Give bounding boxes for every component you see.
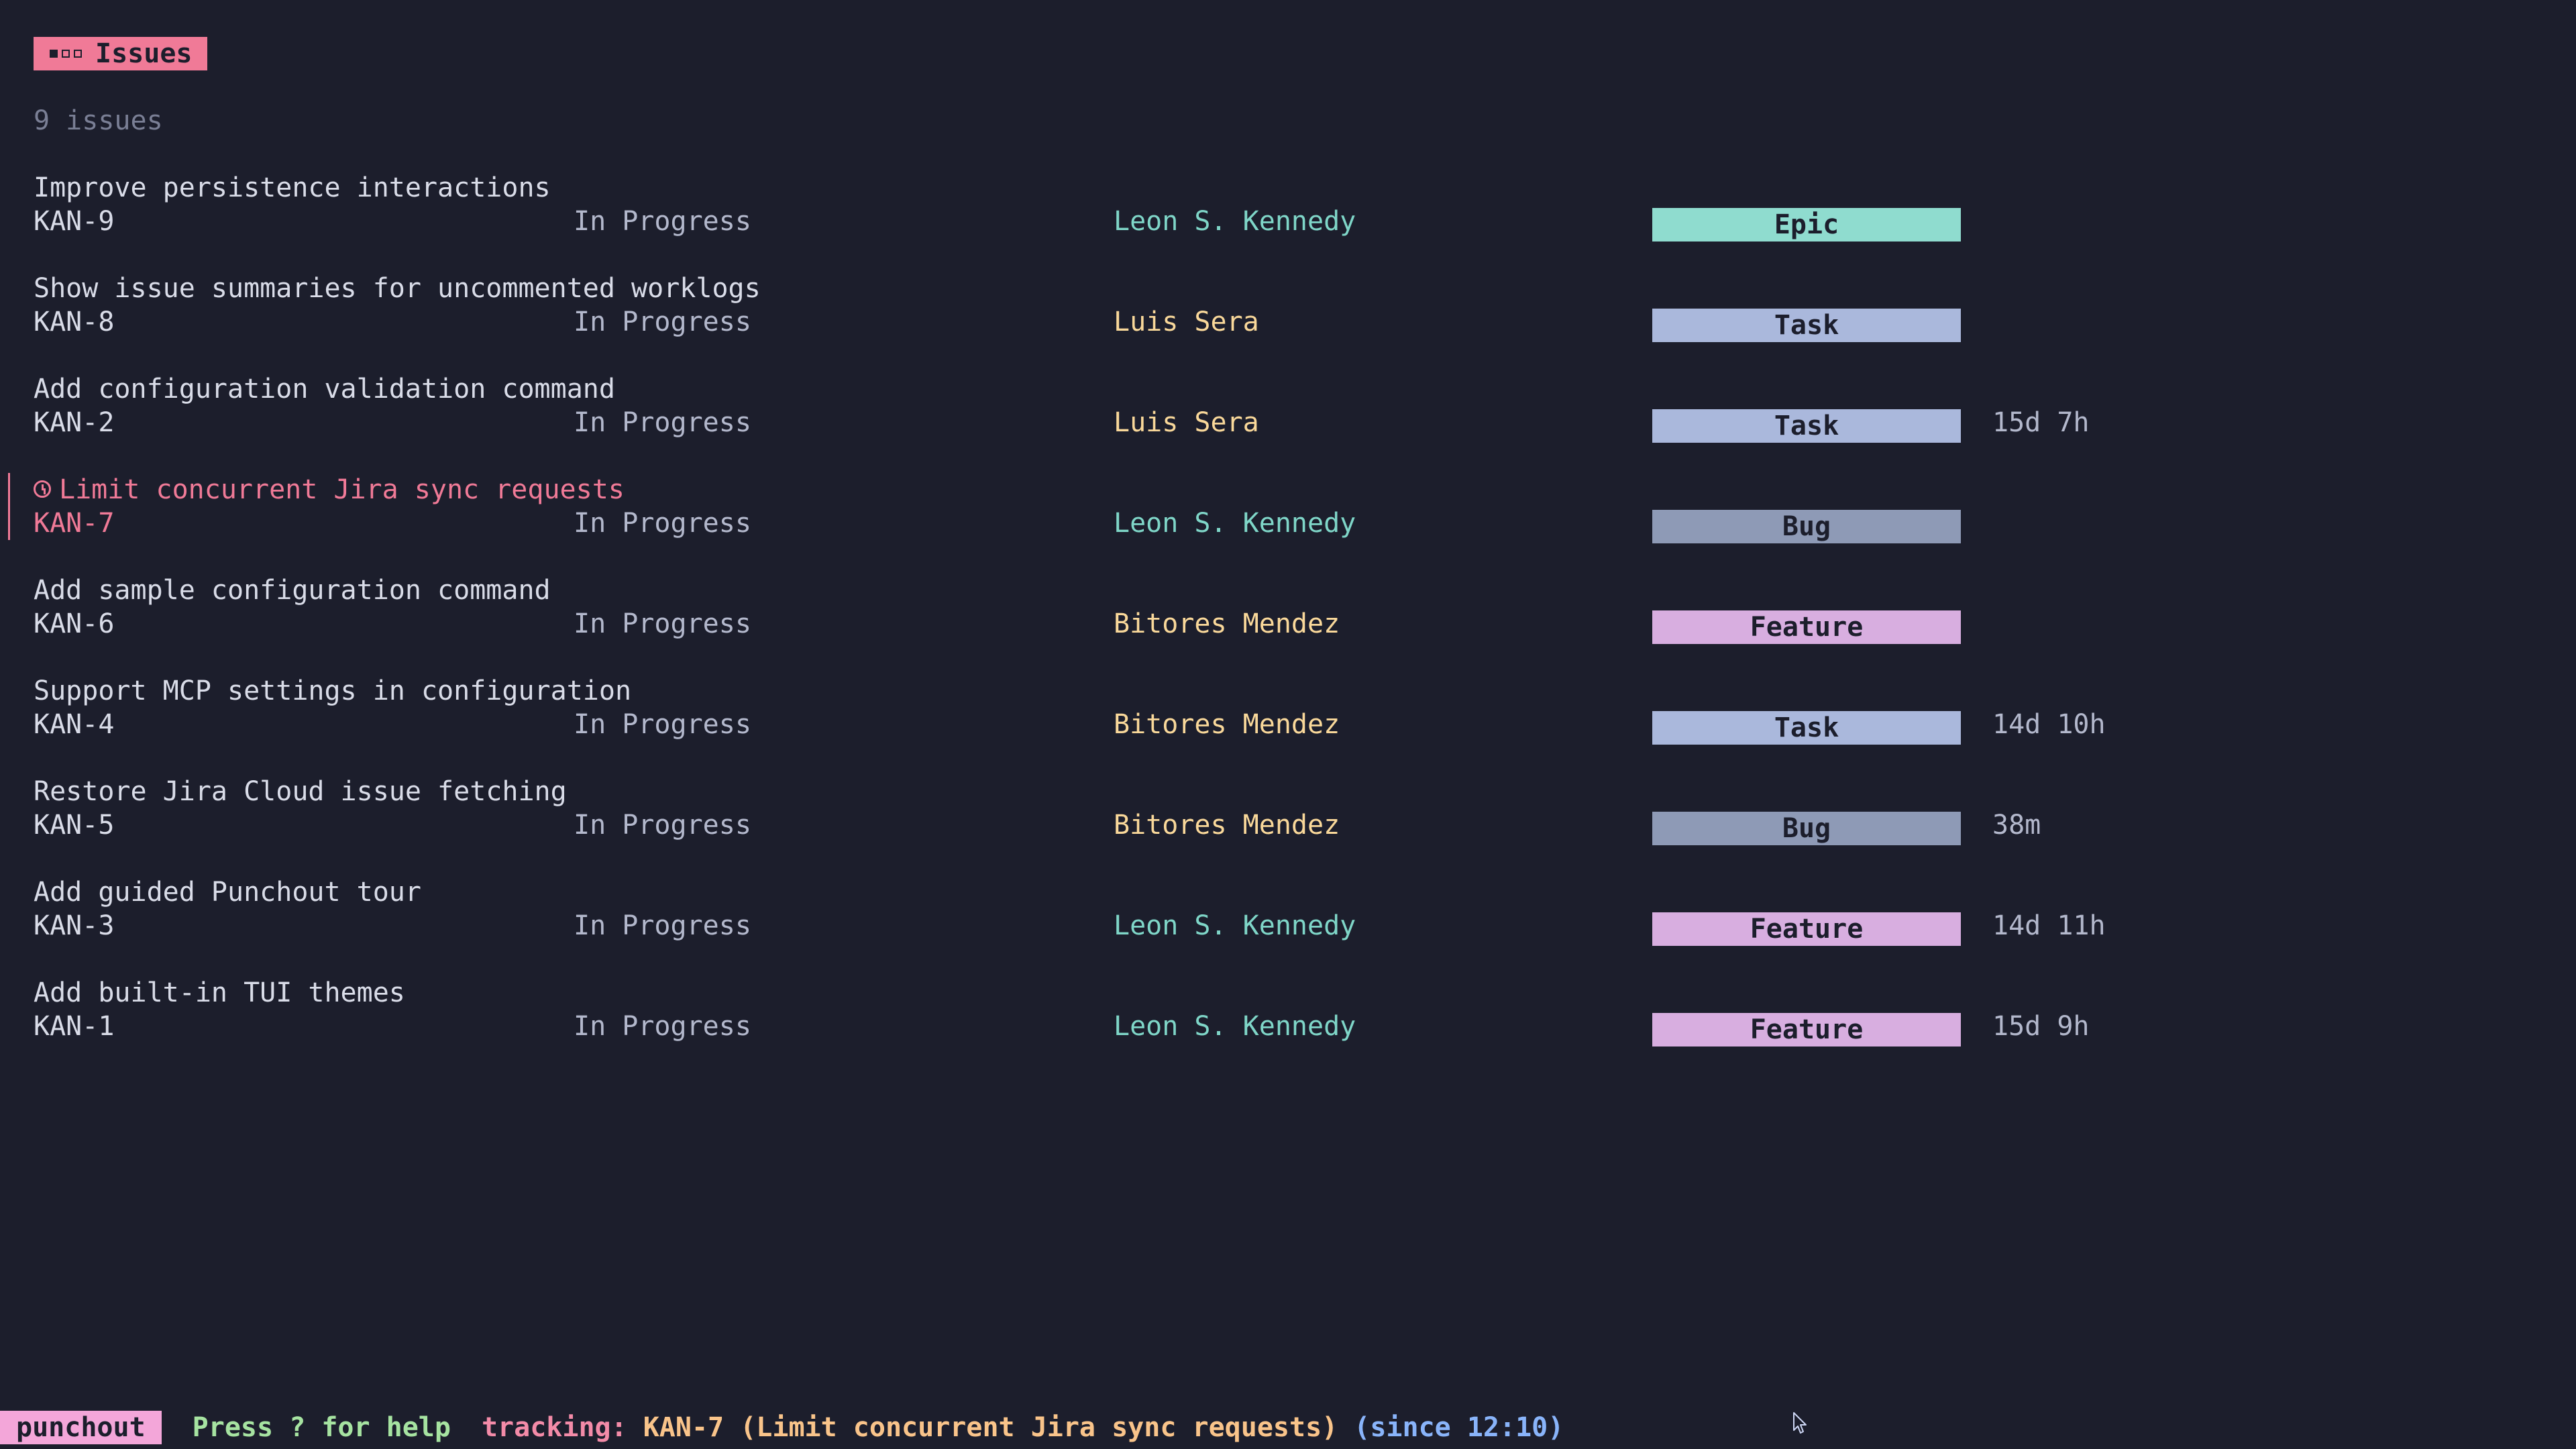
issue-worklog-total: 15d 7h bbox=[1992, 407, 2090, 438]
issue-assignee: Luis Sera bbox=[1114, 407, 1259, 438]
issue-row[interactable]: Limit concurrent Jira sync requests KAN-7… bbox=[0, 473, 2281, 543]
issue-worklog-total: 14d 11h bbox=[1992, 910, 2106, 941]
issue-status: In Progress bbox=[574, 407, 751, 438]
issue-type-badge: Bug bbox=[1652, 812, 1961, 845]
issue-assignee: Leon S. Kennedy bbox=[1114, 910, 1356, 941]
issue-key: KAN-2 bbox=[34, 407, 115, 438]
issue-type-badge: Task bbox=[1652, 711, 1961, 745]
issue-title: Show issue summaries for uncommented wor… bbox=[34, 272, 761, 305]
mouse-pointer-icon bbox=[1793, 1412, 1807, 1434]
issue-row[interactable]: Restore Jira Cloud issue fetching KAN-5 In… bbox=[0, 775, 2281, 845]
issue-row[interactable]: Add built-in TUI themes KAN-1 In Progress L… bbox=[0, 976, 2281, 1046]
issue-worklog-total: 14d 10h bbox=[1992, 709, 2106, 740]
issue-assignee: Leon S. Kennedy bbox=[1114, 206, 1356, 237]
tracking-since: (since 12:10) bbox=[1354, 1412, 1564, 1443]
issue-assignee: Leon S. Kennedy bbox=[1114, 1011, 1356, 1042]
issue-type-badge: Feature bbox=[1652, 1013, 1961, 1046]
issue-assignee: Bitores Mendez bbox=[1114, 608, 1340, 639]
issue-title: Add sample configuration command bbox=[34, 574, 551, 607]
issue-title-text: Restore Jira Cloud issue fetching bbox=[34, 776, 567, 807]
issue-title-text: Add guided Punchout tour bbox=[34, 877, 421, 908]
issue-title: Add built-in TUI themes bbox=[34, 976, 405, 1010]
issue-type-badge: Task bbox=[1652, 309, 1961, 342]
issue-status: In Progress bbox=[574, 206, 751, 237]
issue-key: KAN-3 bbox=[34, 910, 115, 941]
issue-title: Improve persistence interactions bbox=[34, 171, 551, 205]
issue-key: KAN-9 bbox=[34, 206, 115, 237]
issue-key: KAN-7 bbox=[34, 508, 115, 539]
issue-row[interactable]: Add configuration validation command KAN-… bbox=[0, 372, 2281, 443]
terminal-screen: Issues 9 issues Improve persistence inte… bbox=[0, 0, 2576, 1449]
issue-row[interactable]: Show issue summaries for uncommented wor… bbox=[0, 272, 2281, 342]
issue-type-badge: Bug bbox=[1652, 510, 1961, 543]
issue-title: Limit concurrent Jira sync requests bbox=[34, 473, 625, 506]
issue-type-badge: Epic bbox=[1652, 208, 1961, 241]
issue-title: Support MCP settings in configuration bbox=[34, 674, 631, 708]
issue-title-text: Show issue summaries for uncommented wor… bbox=[34, 273, 761, 304]
tracking-clock-icon bbox=[34, 480, 51, 498]
issue-type-badge: Feature bbox=[1652, 610, 1961, 644]
issue-type-badge: Feature bbox=[1652, 912, 1961, 946]
issue-type-badge: Task bbox=[1652, 409, 1961, 443]
issue-key: KAN-5 bbox=[34, 810, 115, 841]
issue-title-text: Limit concurrent Jira sync requests bbox=[59, 474, 625, 505]
help-hint: Press ? for help bbox=[192, 1412, 451, 1443]
issue-title-text: Add configuration validation command bbox=[34, 374, 615, 405]
tracking-label: tracking: bbox=[481, 1412, 627, 1443]
issue-key: KAN-4 bbox=[34, 709, 115, 740]
issues-tab[interactable]: Issues bbox=[34, 37, 207, 70]
issue-assignee: Luis Sera bbox=[1114, 307, 1259, 337]
issue-worklog-total: 15d 9h bbox=[1992, 1011, 2090, 1042]
issue-status: In Progress bbox=[574, 810, 751, 841]
issue-title-text: Add built-in TUI themes bbox=[34, 977, 405, 1008]
selection-indicator bbox=[8, 473, 10, 540]
issue-status: In Progress bbox=[574, 910, 751, 941]
view-tabs-icon bbox=[50, 50, 82, 58]
issue-status: In Progress bbox=[574, 508, 751, 539]
issue-row[interactable]: Improve persistence interactions KAN-9 In … bbox=[0, 171, 2281, 241]
app-name-badge: punchout bbox=[0, 1411, 162, 1444]
issue-status: In Progress bbox=[574, 307, 751, 337]
issue-row[interactable]: Support MCP settings in configuration KAN… bbox=[0, 674, 2281, 745]
issue-title-text: Support MCP settings in configuration bbox=[34, 676, 632, 706]
issue-worklog-total: 38m bbox=[1992, 810, 2041, 841]
issue-status: In Progress bbox=[574, 1011, 751, 1042]
issue-key: KAN-6 bbox=[34, 608, 115, 639]
issue-count: 9 issues bbox=[34, 105, 163, 136]
issue-title: Restore Jira Cloud issue fetching bbox=[34, 775, 567, 808]
issue-assignee: Bitores Mendez bbox=[1114, 709, 1340, 740]
issue-title: Add configuration validation command bbox=[34, 372, 615, 406]
tracking-issue: KAN-7 (Limit concurrent Jira sync reques… bbox=[643, 1412, 1338, 1443]
issue-title-text: Add sample configuration command bbox=[34, 575, 551, 606]
issues-tab-label: Issues bbox=[95, 38, 193, 69]
issue-key: KAN-8 bbox=[34, 307, 115, 337]
issue-title-text: Improve persistence interactions bbox=[34, 172, 551, 203]
status-bar: punchout Press ? for help tracking: KAN-… bbox=[0, 1411, 1564, 1444]
issue-assignee: Leon S. Kennedy bbox=[1114, 508, 1356, 539]
issue-row[interactable]: Add guided Punchout tour KAN-3 In Progress… bbox=[0, 875, 2281, 946]
issue-key: KAN-1 bbox=[34, 1011, 115, 1042]
issue-title: Add guided Punchout tour bbox=[34, 875, 421, 909]
issue-status: In Progress bbox=[574, 709, 751, 740]
issue-status: In Progress bbox=[574, 608, 751, 639]
issue-assignee: Bitores Mendez bbox=[1114, 810, 1340, 841]
issue-row[interactable]: Add sample configuration command KAN-6 In … bbox=[0, 574, 2281, 644]
